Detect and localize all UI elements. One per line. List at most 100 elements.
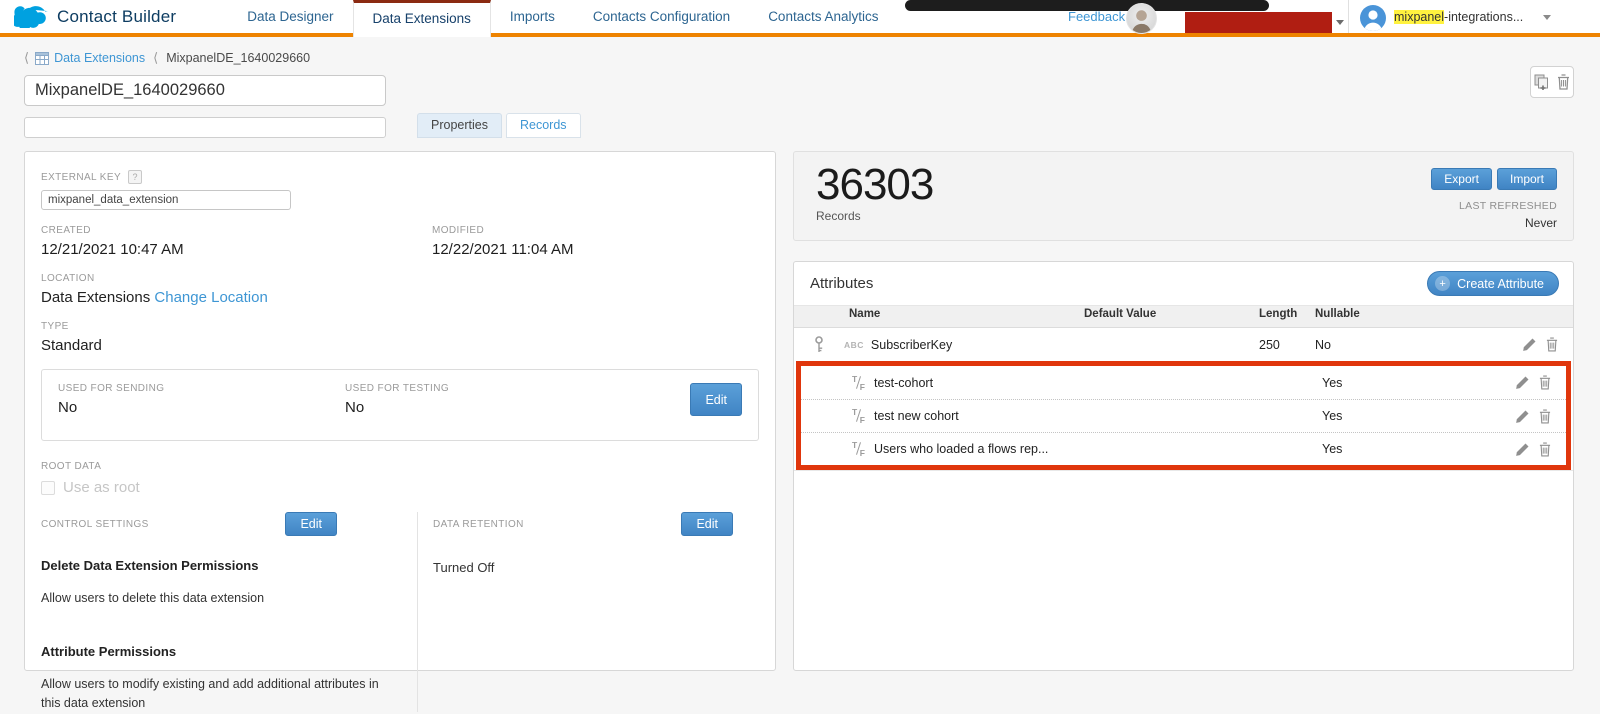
used-for-sending-value: No — [58, 399, 345, 416]
modified-value: 12/22/2021 11:04 AM — [432, 241, 574, 258]
description-input[interactable] — [24, 117, 386, 138]
edit-usage-button[interactable]: Edit — [690, 383, 742, 416]
attributes-rows: ABC TF SubscriberKey 250 No — [794, 328, 1573, 361]
copy-icon[interactable] — [1534, 74, 1551, 90]
help-icon[interactable]: ? — [128, 170, 142, 184]
breadcrumb-parent-link[interactable]: Data Extensions — [54, 51, 145, 65]
edit-attribute-icon[interactable] — [1522, 337, 1537, 352]
delete-icon[interactable] — [1557, 74, 1570, 90]
person-photo-icon — [1127, 4, 1156, 33]
data-extension-name-input[interactable] — [24, 75, 386, 106]
delete-attribute-icon[interactable] — [1539, 375, 1551, 390]
user-menu-chevron-icon[interactable] — [1543, 15, 1551, 20]
app-title: Contact Builder — [57, 7, 176, 27]
data-extension-table-icon — [35, 52, 49, 65]
export-button[interactable]: Export — [1431, 168, 1492, 190]
type-label: TYPE — [41, 321, 759, 332]
subtitle-row: Properties Records — [24, 113, 1574, 138]
delete-attribute-icon[interactable] — [1539, 409, 1551, 424]
person-icon — [1360, 5, 1386, 31]
plus-icon: + — [1435, 276, 1450, 291]
nav-imports[interactable]: Imports — [491, 0, 574, 33]
tab-records[interactable]: Records — [506, 113, 581, 138]
delete-permissions-desc: Allow users to delete this data extensio… — [41, 589, 383, 608]
edit-attribute-icon[interactable] — [1515, 375, 1530, 390]
create-attribute-label: Create Attribute — [1457, 277, 1544, 291]
delete-attribute-icon[interactable] — [1539, 442, 1551, 457]
user-avatar[interactable] — [1360, 5, 1386, 31]
main-content: EXTERNAL KEY ? CREATED 12/21/2021 10:47 … — [0, 151, 1600, 671]
user-name[interactable]: mixpanel-integrations... — [1394, 10, 1523, 24]
table-row[interactable]: ABC TF SubscriberKey 250 No — [794, 328, 1573, 361]
column-name: Name — [844, 308, 1084, 320]
table-row[interactable]: ABC TF Users who loaded a flows rep... Y… — [801, 432, 1566, 465]
import-button[interactable]: Import — [1497, 168, 1557, 190]
records-summary-card: 36303 Records Export Import LAST REFRESH… — [793, 151, 1574, 241]
table-row[interactable]: ABC TF test-cohort Yes — [801, 366, 1566, 399]
data-retention-section: DATA RETENTION Edit Turned Off — [417, 512, 759, 712]
used-for-testing-label: USED FOR TESTING — [345, 383, 690, 394]
feedback-link[interactable]: Feedback — [1068, 9, 1125, 24]
modified-label: MODIFIED — [432, 225, 574, 236]
edit-data-retention-button[interactable]: Edit — [681, 512, 733, 536]
created-label: CREATED — [41, 225, 432, 236]
right-column: 36303 Records Export Import LAST REFRESH… — [793, 151, 1574, 671]
used-for-testing-value: No — [345, 399, 690, 416]
attribute-name: test-cohort — [874, 376, 933, 390]
nav-contacts-analytics[interactable]: Contacts Analytics — [749, 0, 897, 33]
user-name-highlighted: mixpanel — [1394, 10, 1444, 24]
top-nav-bar: Contact Builder Data Designer Data Exten… — [0, 0, 1600, 37]
control-settings-label: CONTROL SETTINGS — [41, 519, 149, 530]
table-row[interactable]: ABC TF test new cohort Yes — [801, 399, 1566, 432]
chevron-down-icon[interactable] — [1336, 20, 1344, 25]
edit-attribute-icon[interactable] — [1515, 409, 1530, 424]
redacted-red-bar — [1185, 12, 1332, 33]
attribute-nullable: Yes — [1322, 442, 1508, 456]
nav-data-designer[interactable]: Data Designer — [228, 0, 352, 33]
attributes-panel: Attributes + Create Attribute Name Defau… — [793, 261, 1574, 671]
attribute-name: test new cohort — [874, 409, 959, 423]
attribute-nullable: Yes — [1322, 409, 1508, 423]
feedback-avatar[interactable] — [1126, 3, 1157, 34]
salesforce-cloud-icon — [14, 5, 48, 28]
external-key-label: EXTERNAL KEY — [41, 172, 121, 183]
attribute-length: 250 — [1259, 338, 1315, 352]
edit-control-settings-button[interactable]: Edit — [285, 512, 337, 536]
tab-properties[interactable]: Properties — [417, 113, 502, 138]
delete-permissions-title: Delete Data Extension Permissions — [41, 558, 383, 573]
column-length: Length — [1259, 308, 1315, 320]
attributes-table-header: Name Default Value Length Nullable — [794, 305, 1573, 328]
create-attribute-button[interactable]: + Create Attribute — [1427, 271, 1559, 296]
boolean-type-icon: TF — [851, 441, 866, 457]
attribute-permissions-desc: Allow users to modify existing and add a… — [41, 675, 383, 713]
delete-attribute-icon[interactable] — [1546, 337, 1558, 352]
breadcrumb-chevron: ⟨ — [153, 50, 158, 66]
used-for-sending-label: USED FOR SENDING — [58, 383, 345, 394]
header-divider — [1348, 0, 1349, 33]
use-as-root-checkbox[interactable] — [41, 481, 55, 495]
detail-tabs: Properties Records — [417, 113, 585, 138]
attribute-name: Users who loaded a flows rep... — [874, 442, 1048, 456]
properties-panel: EXTERNAL KEY ? CREATED 12/21/2021 10:47 … — [24, 151, 776, 671]
column-nullable: Nullable — [1315, 308, 1515, 320]
control-settings-section: CONTROL SETTINGS Edit Delete Data Extens… — [41, 512, 417, 712]
user-name-rest: -integrations... — [1444, 10, 1523, 24]
nav-contacts-configuration[interactable]: Contacts Configuration — [574, 0, 749, 33]
attribute-name: SubscriberKey — [871, 338, 952, 352]
edit-attribute-icon[interactable] — [1515, 442, 1530, 457]
nav-data-extensions[interactable]: Data Extensions — [353, 0, 491, 37]
title-section: Properties Records — [24, 75, 1574, 138]
breadcrumb-current: MixpanelDE_1640029660 — [166, 51, 310, 65]
highlight-red-box: ABC TF test-cohort Yes ABC TF test n — [796, 361, 1571, 470]
attribute-permissions-title: Attribute Permissions — [41, 644, 383, 659]
primary-key-icon — [814, 336, 824, 353]
boolean-type-icon: TF — [851, 408, 866, 424]
breadcrumb: ⟨ Data Extensions ⟨ MixpanelDE_164002966… — [0, 37, 1600, 66]
records-count-label: Records — [816, 209, 933, 223]
boolean-type-icon: TF — [851, 375, 866, 391]
location-label: LOCATION — [41, 273, 759, 284]
change-location-link[interactable]: Change Location — [154, 289, 267, 306]
external-key-input[interactable] — [41, 190, 291, 210]
created-value: 12/21/2021 10:47 AM — [41, 241, 432, 258]
location-value: Data Extensions — [41, 289, 150, 306]
